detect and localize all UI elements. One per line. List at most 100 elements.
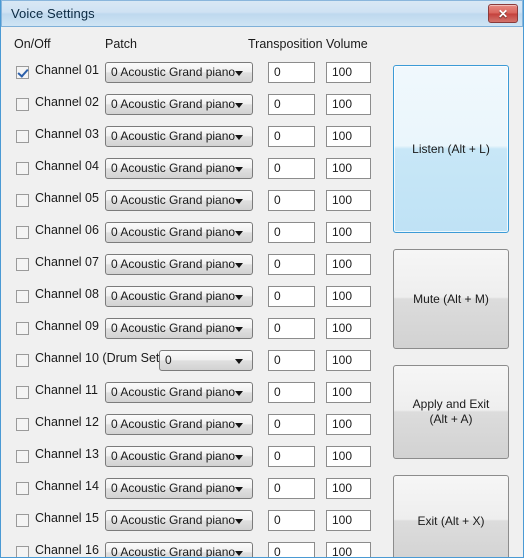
- chevron-down-icon: [235, 327, 243, 332]
- patch-select[interactable]: 0 Acoustic Grand piano: [105, 382, 253, 403]
- channel-row: Channel 03 0 Acoustic Grand piano 0 100: [1, 124, 386, 152]
- patch-select[interactable]: 0 Acoustic Grand piano: [105, 414, 253, 435]
- patch-select[interactable]: 0 Acoustic Grand piano: [105, 190, 253, 211]
- apply-and-exit-button[interactable]: Apply and Exit (Alt + A): [393, 365, 509, 459]
- channel-enable-checkbox[interactable]: [16, 546, 29, 557]
- transposition-input[interactable]: 0: [268, 286, 315, 307]
- transposition-input[interactable]: 0: [268, 222, 315, 243]
- volume-input[interactable]: 100: [326, 350, 371, 371]
- volume-input[interactable]: 100: [326, 446, 371, 467]
- volume-input[interactable]: 100: [326, 286, 371, 307]
- transposition-input[interactable]: 0: [268, 126, 315, 147]
- transposition-input[interactable]: 0: [268, 318, 315, 339]
- volume-input[interactable]: 100: [326, 126, 371, 147]
- dialog-client-area: On/Off Patch Transposition Volume Channe…: [1, 27, 523, 557]
- chevron-down-icon: [235, 263, 243, 268]
- channel-label: Channel 08: [35, 287, 99, 301]
- channel-enable-checkbox[interactable]: [16, 290, 29, 303]
- patch-select[interactable]: 0 Acoustic Grand piano: [105, 446, 253, 467]
- transposition-input[interactable]: 0: [268, 414, 315, 435]
- channel-row: Channel 04 0 Acoustic Grand piano 0 100: [1, 156, 386, 184]
- patch-select-value: 0 Acoustic Grand piano: [111, 385, 236, 399]
- volume-input[interactable]: 100: [326, 318, 371, 339]
- channel-enable-checkbox[interactable]: [16, 258, 29, 271]
- chevron-down-icon: [235, 167, 243, 172]
- channel-label: Channel 13: [35, 447, 99, 461]
- volume-input[interactable]: 100: [326, 542, 371, 557]
- volume-input[interactable]: 100: [326, 222, 371, 243]
- patch-select[interactable]: 0 Acoustic Grand piano: [105, 158, 253, 179]
- channel-label: Channel 15: [35, 511, 99, 525]
- patch-select[interactable]: 0 Acoustic Grand piano: [105, 126, 253, 147]
- patch-select[interactable]: 0 Acoustic Grand piano: [105, 62, 253, 83]
- channel-enable-checkbox[interactable]: [16, 226, 29, 239]
- listen-button[interactable]: Listen (Alt + L): [393, 65, 509, 233]
- channel-enable-checkbox[interactable]: [16, 482, 29, 495]
- channel-enable-checkbox[interactable]: [16, 66, 29, 79]
- transposition-input[interactable]: 0: [268, 62, 315, 83]
- channel-row: Channel 08 0 Acoustic Grand piano 0 100: [1, 284, 386, 312]
- exit-button[interactable]: Exit (Alt + X): [393, 475, 509, 557]
- channel-enable-checkbox[interactable]: [16, 130, 29, 143]
- volume-input[interactable]: 100: [326, 254, 371, 275]
- voice-settings-dialog: Voice Settings ✕ On/Off Patch Transposit…: [0, 0, 524, 558]
- chevron-down-icon: [235, 231, 243, 236]
- transposition-input[interactable]: 0: [268, 158, 315, 179]
- patch-select[interactable]: 0 Acoustic Grand piano: [105, 478, 253, 499]
- channel-label: Channel 12: [35, 415, 99, 429]
- close-icon: ✕: [497, 6, 509, 21]
- channel-enable-checkbox[interactable]: [16, 418, 29, 431]
- chevron-down-icon: [235, 519, 243, 524]
- transposition-input[interactable]: 0: [268, 94, 315, 115]
- channel-label: Channel 03: [35, 127, 99, 141]
- transposition-input[interactable]: 0: [268, 446, 315, 467]
- patch-select[interactable]: 0 Acoustic Grand piano: [105, 94, 253, 115]
- transposition-input[interactable]: 0: [268, 382, 315, 403]
- patch-select[interactable]: 0 Acoustic Grand piano: [105, 510, 253, 531]
- channel-enable-checkbox[interactable]: [16, 194, 29, 207]
- transposition-input[interactable]: 0: [268, 542, 315, 557]
- mute-button-label: Mute (Alt + M): [413, 291, 489, 306]
- column-header-volume: Volume: [326, 37, 368, 51]
- channel-enable-checkbox[interactable]: [16, 162, 29, 175]
- transposition-input[interactable]: 0: [268, 254, 315, 275]
- transposition-input[interactable]: 0: [268, 190, 315, 211]
- channel-label: Channel 04: [35, 159, 99, 173]
- volume-input[interactable]: 100: [326, 510, 371, 531]
- transposition-input[interactable]: 0: [268, 350, 315, 371]
- patch-select-value: 0 Acoustic Grand piano: [111, 129, 236, 143]
- patch-select[interactable]: 0 Acoustic Grand piano: [105, 542, 253, 557]
- volume-input[interactable]: 100: [326, 190, 371, 211]
- patch-select[interactable]: 0 Acoustic Grand piano: [105, 318, 253, 339]
- patch-select[interactable]: 0 Acoustic Grand piano: [105, 254, 253, 275]
- transposition-input[interactable]: 0: [268, 510, 315, 531]
- channel-enable-checkbox[interactable]: [16, 322, 29, 335]
- channel-enable-checkbox[interactable]: [16, 354, 29, 367]
- patch-select-value: 0 Acoustic Grand piano: [111, 97, 236, 111]
- channel-enable-checkbox[interactable]: [16, 386, 29, 399]
- patch-select-value: 0 Acoustic Grand piano: [111, 289, 236, 303]
- patch-select[interactable]: 0: [159, 350, 253, 371]
- patch-select-value: 0 Acoustic Grand piano: [111, 225, 236, 239]
- channel-row: Channel 11 0 Acoustic Grand piano 0 100: [1, 380, 386, 408]
- patch-select-value: 0 Acoustic Grand piano: [111, 257, 236, 271]
- close-button[interactable]: ✕: [488, 4, 518, 23]
- patch-select[interactable]: 0 Acoustic Grand piano: [105, 286, 253, 307]
- patch-select[interactable]: 0 Acoustic Grand piano: [105, 222, 253, 243]
- volume-input[interactable]: 100: [326, 158, 371, 179]
- channel-label: Channel 14: [35, 479, 99, 493]
- transposition-input[interactable]: 0: [268, 478, 315, 499]
- channel-enable-checkbox[interactable]: [16, 514, 29, 527]
- volume-input[interactable]: 100: [326, 94, 371, 115]
- channel-enable-checkbox[interactable]: [16, 450, 29, 463]
- mute-button[interactable]: Mute (Alt + M): [393, 249, 509, 349]
- volume-input[interactable]: 100: [326, 478, 371, 499]
- channel-enable-checkbox[interactable]: [16, 98, 29, 111]
- chevron-down-icon: [235, 487, 243, 492]
- volume-input[interactable]: 100: [326, 414, 371, 435]
- channel-row: Channel 16 0 Acoustic Grand piano 0 100: [1, 540, 386, 557]
- volume-input[interactable]: 100: [326, 382, 371, 403]
- chevron-down-icon: [235, 295, 243, 300]
- volume-input[interactable]: 100: [326, 62, 371, 83]
- column-header-patch: Patch: [105, 37, 137, 51]
